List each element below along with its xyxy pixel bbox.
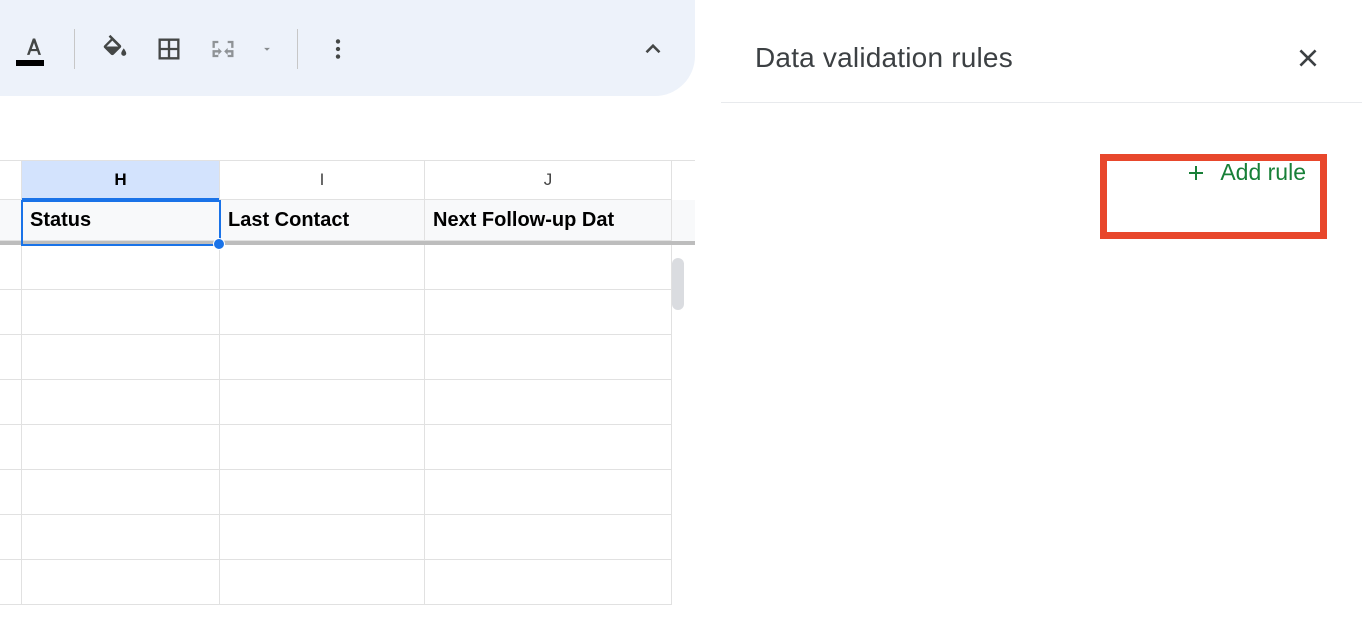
cell[interactable] [220,425,425,470]
cell[interactable] [220,515,425,560]
panel-header: Data validation rules [721,8,1362,103]
cell[interactable] [425,335,672,380]
table-row [0,245,695,290]
table-row [0,515,695,560]
toolbar-divider [297,29,298,69]
cell-value: Status [30,209,91,232]
cell[interactable] [220,380,425,425]
close-panel-button[interactable] [1288,38,1328,78]
column-headers-row: H I J [0,160,695,200]
cell[interactable] [22,425,220,470]
cell-I1[interactable]: Last Contact [220,200,425,241]
cell[interactable] [220,245,425,290]
table-row [0,425,695,470]
row-gutter [0,515,22,560]
cell[interactable] [22,245,220,290]
cell[interactable] [22,380,220,425]
column-header-gutter [0,161,22,200]
vertical-scrollbar-thumb[interactable] [672,258,684,310]
cell[interactable] [220,470,425,515]
table-row [0,560,695,605]
panel-title: Data validation rules [755,42,1013,74]
table-row [0,290,695,335]
table-row [0,470,695,515]
column-header-label: H [114,170,126,190]
cell[interactable] [220,560,425,605]
add-rule-label: Add rule [1220,159,1306,186]
row-gutter [0,200,22,241]
row-gutter [0,560,22,605]
row-gutter [0,380,22,425]
chevron-up-icon [640,36,666,62]
row-gutter [0,470,22,515]
table-row [0,335,695,380]
cell[interactable] [425,245,672,290]
cell[interactable] [22,335,220,380]
row-gutter [0,335,22,380]
table-row [0,380,695,425]
cell[interactable] [425,380,672,425]
cell[interactable] [22,515,220,560]
caret-down-icon [260,42,274,56]
fill-color-button[interactable] [93,27,137,71]
cell[interactable] [22,290,220,335]
cell-value: Last Contact [228,209,349,232]
text-color-button[interactable] [12,27,56,71]
header-row: Status Last Contact Next Follow-up Dat [0,200,695,245]
data-validation-panel: Data validation rules Add rule [720,8,1362,630]
spreadsheet-grid[interactable]: H I J Status Last Contact Next Follow-up… [0,160,695,630]
close-icon [1295,45,1321,71]
plus-icon [1184,161,1208,185]
row-gutter [0,245,22,290]
column-header-H[interactable]: H [22,161,220,200]
panel-body: Add rule [721,103,1362,242]
more-options-button[interactable] [316,27,360,71]
merge-dropdown[interactable] [255,27,279,71]
cell[interactable] [425,425,672,470]
cell-J1[interactable]: Next Follow-up Dat [425,200,672,241]
more-vertical-icon [325,36,351,62]
row-gutter [0,290,22,335]
cell-value: Next Follow-up Dat [433,209,614,232]
merge-cells-button[interactable] [201,27,245,71]
collapse-toolbar-button[interactable] [631,27,675,71]
column-header-I[interactable]: I [220,161,425,200]
cell[interactable] [22,470,220,515]
cell[interactable] [425,515,672,560]
text-color-underline [16,60,44,66]
column-header-label: J [544,170,553,190]
text-color-icon [20,35,48,63]
cell[interactable] [425,470,672,515]
toolbar [0,0,695,96]
cell[interactable] [425,290,672,335]
cell[interactable] [425,560,672,605]
toolbar-divider [74,29,75,69]
cell[interactable] [22,560,220,605]
row-gutter [0,425,22,470]
add-rule-button[interactable]: Add rule [1158,143,1332,202]
borders-button[interactable] [147,27,191,71]
column-header-J[interactable]: J [425,161,672,200]
merge-icon [209,35,237,63]
column-header-label: I [320,170,325,190]
borders-icon [155,35,183,63]
cell[interactable] [220,335,425,380]
selected-column-underline [22,198,219,200]
paint-bucket-icon [100,34,130,64]
cell-H1[interactable]: Status [22,200,220,241]
cell[interactable] [220,290,425,335]
